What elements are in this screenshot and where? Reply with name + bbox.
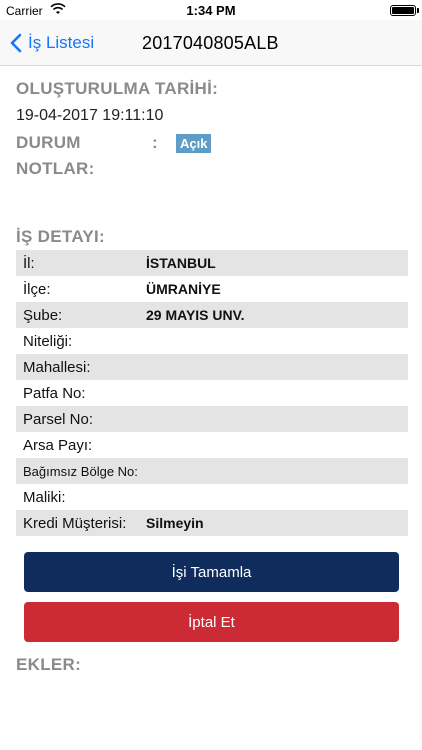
detail-value: ÜMRANİYE xyxy=(146,281,221,297)
back-button-label: İş Listesi xyxy=(28,33,95,52)
detail-row-niteligi: Niteliği: xyxy=(16,328,408,354)
detail-value: Silmeyin xyxy=(146,515,204,531)
detail-row-maliki: Maliki: xyxy=(16,484,408,510)
detail-value: İSTANBUL xyxy=(146,255,216,271)
creation-date-value: 19-04-2017 19:11:10 xyxy=(16,107,164,124)
detail-key: Bağımsız Bölge No: xyxy=(23,463,138,479)
detail-key: Mahallesi: xyxy=(23,358,91,376)
chevron-left-icon xyxy=(10,33,22,53)
detail-row-parsel-no: Parsel No: xyxy=(16,406,408,432)
details-label: İŞ DETAYI: xyxy=(16,227,105,246)
notes-label: NOTLAR: xyxy=(16,159,95,178)
detail-key: Patfa No: xyxy=(23,384,86,402)
battery-icon xyxy=(390,5,416,16)
detail-row-ilce: İlçe: ÜMRANİYE xyxy=(16,276,408,302)
attachments-label: EKLER: xyxy=(16,655,82,674)
creation-date-label: OLUŞTURULMA TARİHİ: xyxy=(16,79,219,98)
detail-row-bagimsiz-bolge-no: Bağımsız Bölge No: xyxy=(16,458,408,484)
status-colon: : xyxy=(152,133,158,152)
detail-row-patfa-no: Patfa No: xyxy=(16,380,408,406)
detail-key: Kredi Müşterisi: xyxy=(23,514,127,532)
page-title: 2017040805ALB xyxy=(142,33,279,53)
detail-value: 29 MAYIS UNV. xyxy=(146,307,245,323)
detail-key: Maliki: xyxy=(23,488,66,506)
status-badge: Açık xyxy=(176,134,212,153)
clock: 1:34 PM xyxy=(186,3,236,18)
detail-key: İlçe: xyxy=(23,280,51,298)
detail-key: Niteliği: xyxy=(23,332,73,350)
navigation-bar: İş Listesi 2017040805ALB xyxy=(0,20,422,66)
detail-row-kredi-musterisi: Kredi Müşterisi: Silmeyin xyxy=(16,510,408,536)
status-bar: Carrier 1:34 PM xyxy=(0,0,422,20)
detail-key: Arsa Payı: xyxy=(23,436,93,454)
detail-key: İl: xyxy=(23,254,35,272)
detail-key: Parsel No: xyxy=(23,410,94,428)
back-button[interactable]: İş Listesi xyxy=(10,30,94,56)
complete-job-button[interactable]: İşi Tamamla xyxy=(24,552,399,592)
cancel-job-button[interactable]: İptal Et xyxy=(24,602,399,642)
details-table: İl: İSTANBUL İlçe: ÜMRANİYE Şube: 29 MAY… xyxy=(16,250,408,536)
detail-key: Şube: xyxy=(23,306,63,324)
detail-row-arsa-payi: Arsa Payı: xyxy=(16,432,408,458)
detail-row-sube: Şube: 29 MAYIS UNV. xyxy=(16,302,408,328)
status-label: DURUM xyxy=(16,133,81,152)
detail-row-il: İl: İSTANBUL xyxy=(16,250,408,276)
detail-row-mahallesi: Mahallesi: xyxy=(16,354,408,380)
battery-tip xyxy=(417,8,419,13)
